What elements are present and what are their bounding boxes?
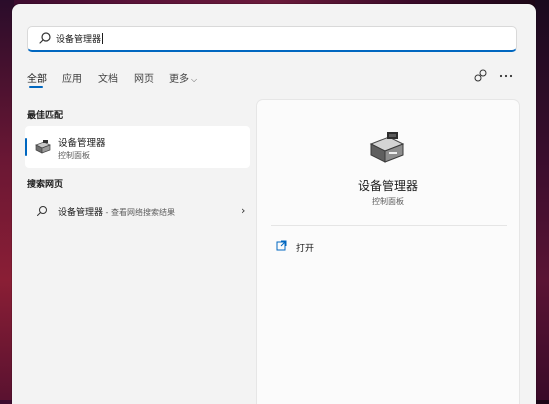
web-search-suffix: - 查看网络搜索结果 — [103, 208, 175, 217]
detail-app-type: 控制面板 — [372, 197, 404, 206]
best-match-result[interactable]: 设备管理器 控制面板 — [25, 126, 250, 168]
device-manager-icon — [35, 140, 51, 154]
device-manager-icon — [369, 132, 405, 163]
web-search-heading: 搜索网页 — [27, 180, 64, 190]
chevron-right-icon[interactable]: › — [241, 204, 245, 217]
web-search-result[interactable]: 设备管理器 - 查看网络搜索结果 › — [25, 200, 250, 222]
desktop-wallpaper-right — [535, 0, 549, 400]
tab-web[interactable]: 网页 — [134, 70, 154, 85]
open-external-icon — [276, 240, 287, 251]
web-search-query: 设备管理器 — [58, 208, 104, 218]
open-action[interactable]: 打开 — [271, 235, 507, 257]
detail-app-name: 设备管理器 — [357, 179, 418, 193]
tab-all[interactable]: 全部 — [27, 70, 47, 85]
best-match-subtitle: 控制面板 — [58, 151, 90, 160]
search-panel: 设备管理器 全部 应用 文档 网页 更多 ⌵ 最佳匹配 设备管理器 控制面板 搜索… — [12, 4, 536, 404]
search-query[interactable]: 设备管理器 — [56, 32, 104, 45]
search-icon — [37, 206, 47, 216]
selection-indicator — [25, 138, 27, 156]
open-action-label: 打开 — [296, 244, 315, 254]
best-match-heading: 最佳匹配 — [27, 111, 64, 121]
text-cursor — [102, 33, 104, 44]
active-tab-indicator — [29, 86, 43, 88]
search-input[interactable]: 设备管理器 — [27, 26, 517, 52]
divider — [271, 225, 507, 226]
tab-documents[interactable]: 文档 — [98, 70, 118, 85]
more-options-icon[interactable] — [498, 68, 514, 84]
detail-pane: 设备管理器 控制面板 打开 — [257, 100, 519, 404]
web-search-label: 设备管理器 - 查看网络搜索结果 — [58, 205, 175, 218]
best-match-title: 设备管理器 — [58, 138, 106, 149]
tab-apps[interactable]: 应用 — [62, 70, 82, 85]
chevron-down-icon: ⌵ — [191, 75, 198, 84]
tab-more[interactable]: 更多 ⌵ — [169, 70, 197, 85]
tab-more-label: 更多 — [169, 74, 189, 85]
search-icon — [39, 32, 51, 44]
share-icon[interactable] — [473, 68, 489, 84]
